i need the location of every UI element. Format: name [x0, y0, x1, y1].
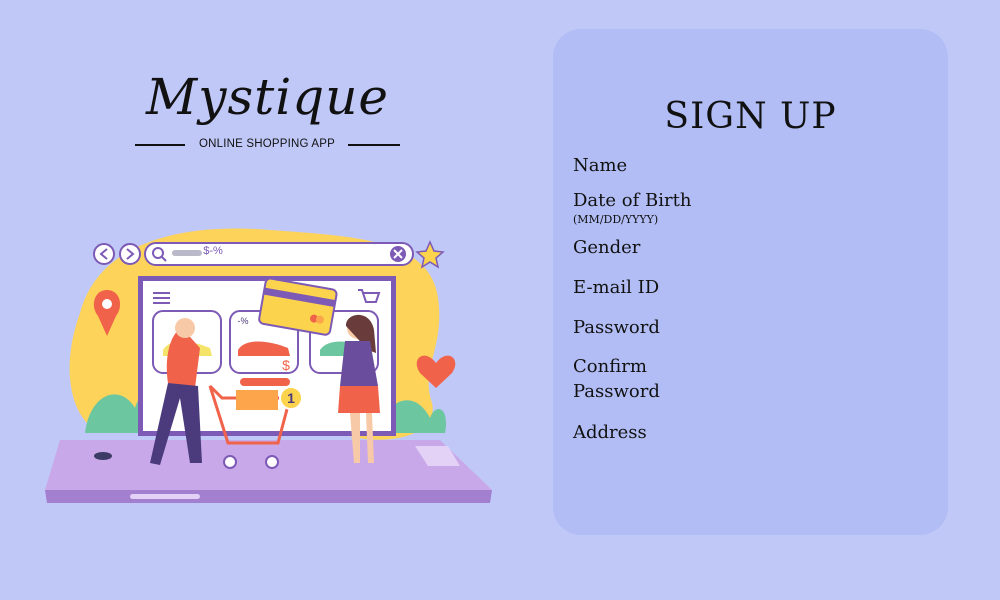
brand-divider-left [135, 144, 185, 146]
cart-count-badge: 1 [287, 390, 295, 406]
dob-format-hint: (MM/DD/YYYY) [573, 213, 659, 226]
shopping-illustration: 1 $-% -% $ [45, 228, 492, 503]
brand-divider-right [348, 144, 400, 146]
discount-tag: -% [238, 316, 249, 326]
brand-name: Mystique [146, 68, 389, 126]
email-label: E-mail ID [573, 277, 660, 298]
signup-card: SIGN UP Name Date of Birth (MM/DD/YYYY) … [553, 29, 948, 535]
address-label: Address [573, 422, 647, 443]
dob-label: Date of Birth [573, 190, 692, 211]
password-label: Password [573, 317, 660, 338]
confirm-password-label-line1: Confirm [573, 356, 647, 377]
illustration-search-text: $-% [203, 245, 223, 257]
confirm-password-label-line2: Password [573, 381, 660, 402]
brand-tagline: ONLINE SHOPPING APP [198, 138, 336, 150]
signup-title: SIGN UP [664, 96, 837, 137]
brand-logo: Mystique ONLINE SHOPPING APP [135, 62, 400, 157]
price-tag: $ [282, 357, 290, 373]
name-label: Name [573, 155, 628, 176]
gender-label: Gender [573, 237, 641, 258]
